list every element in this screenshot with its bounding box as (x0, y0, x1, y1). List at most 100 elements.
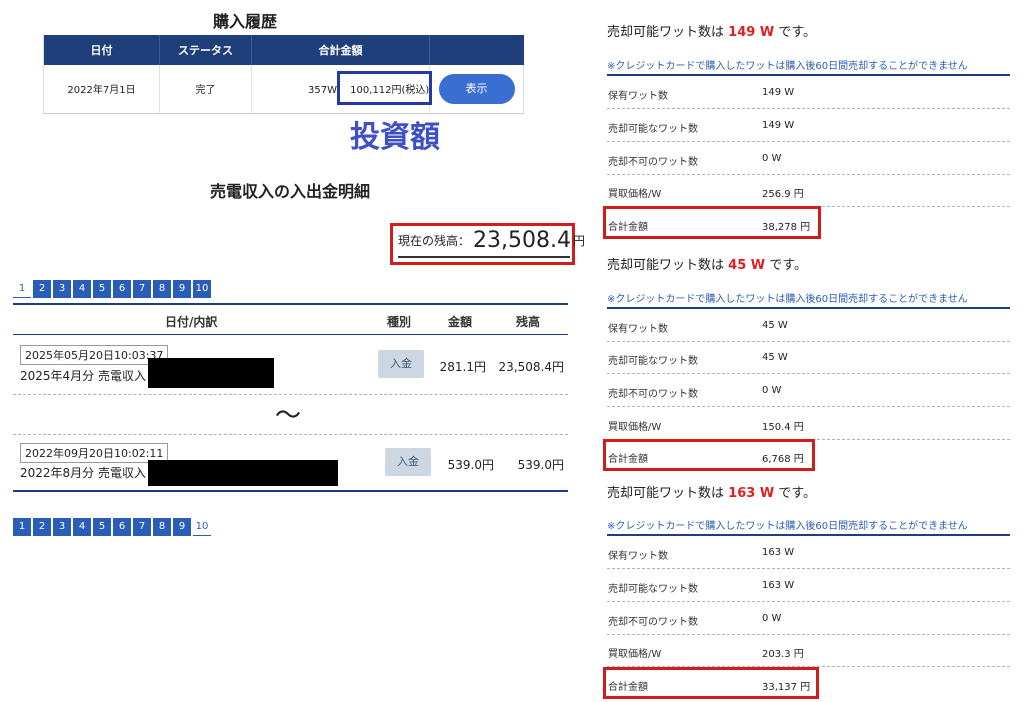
purchase-history-header-row: 日付 ステータス 合計金額 (43, 35, 524, 65)
sell-panel-note: ※クレジットカードで購入したワットは購入後60日間売却することができません (607, 61, 968, 72)
sell-row-value: 150.4 円 (762, 422, 804, 433)
sell-row: 保有ワット数 149 W (607, 77, 1010, 109)
sell-row: 売却不可のワット数 0 W (607, 603, 1010, 635)
table-bottom-rule (13, 490, 568, 492)
type-badge: 入金 (378, 350, 424, 378)
page-link[interactable]: 1 (13, 518, 31, 536)
omitted-rows-marker: 〜 (275, 401, 302, 431)
balance-value: 23,508.4 (473, 228, 571, 253)
total-highlight-box (603, 206, 821, 239)
sell-row-value: 149 W (762, 87, 795, 98)
page-link[interactable]: 6 (113, 280, 131, 298)
page-link[interactable]: 6 (113, 518, 131, 536)
purchase-date: 2022年7月1日 (43, 65, 160, 114)
sell-row-value: 163 W (762, 547, 795, 558)
investment-annotation: 投資額 (350, 120, 440, 155)
sell-panel-rule (607, 307, 1010, 309)
page-link[interactable]: 4 (73, 280, 91, 298)
page-link[interactable]: 3 (53, 280, 71, 298)
purchase-watts: 357W (308, 85, 337, 97)
sell-row-label: 保有ワット数 (608, 551, 668, 562)
balance-unit: 円 (572, 234, 585, 248)
sell-row-label: 買取価格/W (608, 422, 662, 433)
header-type: 種別 (387, 315, 412, 329)
show-button[interactable]: 表示 (438, 73, 515, 104)
table-row: 2022年7月1日 完了 357W 100,112円(税込) 表示 (43, 65, 524, 114)
investment-highlight-box (337, 71, 432, 105)
sell-title-suffix: です。 (778, 486, 817, 501)
total-highlight-box (603, 667, 819, 699)
transaction-description: 2022年8月分 売電収入 (20, 466, 146, 480)
sell-panel-rule (607, 74, 1010, 76)
purchase-action-cell: 表示 (429, 65, 524, 114)
page-link[interactable]: 1 (13, 280, 31, 298)
page-link[interactable]: 5 (93, 518, 111, 536)
sell-panel-title: 売却可能ワット数は 45 W です。 (607, 254, 807, 273)
sell-row: 売却可能なワット数 149 W (607, 110, 1010, 142)
page-link[interactable]: 9 (173, 280, 191, 298)
transaction-balance: 539.0円 (517, 458, 564, 472)
sell-row-value: 163 W (762, 580, 795, 591)
transaction-description: 2025年4月分 売電収入 (20, 369, 146, 383)
purchase-status: 完了 (159, 65, 252, 114)
page-link[interactable]: 8 (153, 280, 171, 298)
sell-row: 売却不可のワット数 0 W (607, 375, 1010, 407)
total-highlight-box (603, 439, 815, 471)
purchase-history-table: 日付 ステータス 合計金額 2022年7月1日 完了 357W 100,112円… (43, 35, 524, 114)
header-status: ステータス (159, 35, 252, 65)
sell-panel-note: ※クレジットカードで購入したワットは購入後60日間売却することができません (607, 294, 968, 305)
sell-row-label: 売却不可のワット数 (608, 389, 698, 400)
sell-title-watts: 45 W (728, 258, 766, 273)
transaction-timestamp: 2025年05月20日10:03:37 (20, 345, 169, 365)
page-link[interactable]: 4 (73, 518, 91, 536)
sell-row-label: 売却可能なワット数 (608, 356, 698, 367)
page-link[interactable]: 10 (193, 518, 211, 536)
header-total: 合計金額 (251, 35, 430, 65)
sell-row-value: 0 W (762, 385, 782, 396)
balance-label: 現在の残高： (398, 234, 471, 248)
sell-row-value: 149 W (762, 120, 795, 131)
income-title: 売電収入の入出金明細 (209, 182, 370, 201)
page-link[interactable]: 10 (193, 280, 211, 298)
redacted-block (148, 460, 338, 486)
sell-title-prefix: 売却可能ワット数は (607, 25, 725, 40)
sell-panel: 売却可能ワット数は 149 W です。 ※クレジットカードで購入したワットは購入… (603, 0, 1017, 239)
sell-row-value: 45 W (762, 320, 788, 331)
sell-row-label: 買取価格/W (608, 649, 662, 660)
sell-panel: 売却可能ワット数は 45 W です。 ※クレジットカードで購入したワットは購入後… (603, 242, 1017, 472)
transaction-amount: 539.0円 (447, 458, 494, 472)
row-divider (13, 434, 568, 435)
sell-row: 保有ワット数 45 W (607, 310, 1010, 342)
sell-panel-title: 売却可能ワット数は 163 W です。 (607, 482, 816, 501)
sell-row-label: 保有ワット数 (608, 324, 668, 335)
sell-row: 買取価格/W 203.3 円 (607, 635, 1010, 667)
sell-row: 売却可能なワット数 163 W (607, 570, 1010, 602)
page-link[interactable]: 8 (153, 518, 171, 536)
sell-row: 買取価格/W 256.9 円 (607, 175, 1010, 207)
type-badge: 入金 (385, 448, 431, 476)
page-link[interactable]: 7 (133, 280, 151, 298)
header-date-detail: 日付/内訳 (165, 315, 218, 329)
page-link[interactable]: 9 (173, 518, 191, 536)
sell-row-value: 203.3 円 (762, 649, 804, 660)
sell-row-label: 売却可能なワット数 (608, 124, 698, 135)
sell-title-prefix: 売却可能ワット数は (607, 486, 725, 501)
pagination-bottom: 1 2 3 4 5 6 7 8 9 10 (13, 518, 211, 536)
sell-row: 売却可能なワット数 45 W (607, 342, 1010, 374)
sell-row-value: 256.9 円 (762, 189, 804, 200)
page-link[interactable]: 3 (53, 518, 71, 536)
sell-row-value: 0 W (762, 613, 782, 624)
sell-title-watts: 163 W (728, 486, 775, 501)
page-link[interactable]: 5 (93, 280, 111, 298)
purchase-history-title: 購入履歴 (212, 12, 277, 31)
page-link[interactable]: 7 (133, 518, 151, 536)
sell-row-label: 売却不可のワット数 (608, 157, 698, 168)
page-link[interactable]: 2 (33, 280, 51, 298)
page-link[interactable]: 2 (33, 518, 51, 536)
sell-row-value: 45 W (762, 352, 788, 363)
header-balance: 残高 (516, 315, 541, 329)
sell-title-watts: 149 W (728, 25, 775, 40)
transaction-amount: 281.1円 (439, 360, 486, 374)
sell-row: 売却不可のワット数 0 W (607, 143, 1010, 175)
sell-title-suffix: です。 (769, 258, 807, 273)
